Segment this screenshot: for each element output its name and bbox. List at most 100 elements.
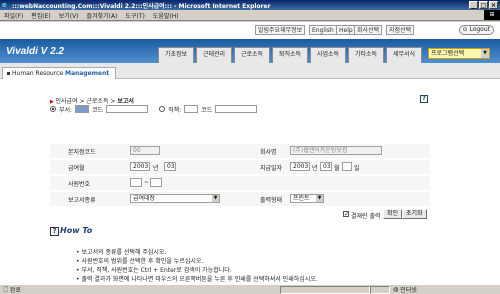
pay-month-field[interactable]: 03 — [164, 162, 176, 171]
program-select[interactable]: 프로그램선택 ▼ — [428, 48, 490, 59]
status-cell — [370, 285, 390, 294]
employee-no-from-field[interactable] — [130, 178, 142, 187]
tab-tax-forms[interactable]: 세무서식 — [386, 47, 422, 63]
app-banner: Vivaldi V 2.2 기초정보 근태관리 근로소득 퇴직소득 사업소득 기… — [0, 39, 500, 63]
page-content: 알림주요재무정보 English Help 회사선택 지점선택 ⊙ Logout… — [0, 22, 500, 284]
howto-title-text: How To — [60, 226, 93, 235]
rank-radio[interactable] — [159, 106, 166, 112]
branch-code-label: 본지점코드 — [68, 149, 96, 156]
dept-input[interactable] — [75, 105, 90, 113]
pay-date-month-field[interactable]: 03 — [320, 162, 332, 171]
employee-no-label: 사원번호 — [68, 181, 91, 188]
tab-basic-info[interactable]: 기초정보 — [158, 47, 194, 63]
windows-logo-icon: ⊞ — [484, 10, 500, 20]
tab-attendance[interactable]: 근태관리 — [196, 47, 232, 63]
chevron-down-icon: ▼ — [316, 195, 323, 202]
howto-item: 사원번호의 범위를 선택한 후 확인을 누르십시오. — [76, 257, 318, 266]
rank-code-input[interactable] — [215, 105, 258, 113]
filter-row: 부서: 코드 직책: 코드 — [50, 104, 258, 114]
reset-button[interactable]: 초기화 — [402, 209, 427, 219]
window-title-bar: e :::webNaccounting.Com:::Vivaldi 2.2:::… — [0, 0, 500, 10]
pay-date-year-field[interactable]: 2003 — [290, 162, 310, 171]
pay-date-year-unit: 년 — [312, 165, 318, 172]
employee-no-sep: ~ — [144, 179, 150, 186]
top-link-english[interactable]: English — [309, 25, 337, 35]
top-link-help[interactable]: Help — [336, 25, 356, 35]
approval-print-checkbox[interactable]: ✓ — [343, 211, 349, 218]
module-bar: Human Resource Management — [0, 63, 500, 79]
menu-bar: 파일(F) 편집(E) 보기(V) 즐겨찾기(A) 도구(T) 도움말(H) ⊞ — [0, 10, 500, 21]
rank-code-label: 코드 — [201, 106, 213, 114]
bullet-icon — [7, 72, 10, 75]
howto-item: 부서, 직책, 사원번호는 Ctrl + Enter로 검색이 가능합니다. — [76, 266, 318, 275]
approval-print-label: 결재란 출력 — [351, 213, 381, 220]
output-type-value: 프린트 — [293, 195, 310, 202]
module-label: Human Resource — [12, 70, 65, 77]
tab-retirement-income[interactable]: 퇴직소득 — [272, 47, 308, 63]
top-link-branch-select[interactable]: 지점선택 — [386, 25, 415, 35]
output-type-select[interactable]: 프린트 ▼ — [290, 194, 324, 203]
output-type-label: 출력형태 — [260, 197, 283, 204]
logout-label: Logout — [469, 26, 490, 33]
menu-favorites[interactable]: 즐겨찾기(A) — [83, 11, 122, 20]
report-type-value: 급여대장 — [133, 195, 156, 202]
pay-date-label: 지급일자 — [260, 165, 283, 172]
dept-code-input[interactable] — [106, 105, 149, 113]
window-title: :::webNaccounting.Com:::Vivaldi 2.2:::인사… — [12, 2, 271, 10]
maximize-button[interactable]: □ — [479, 1, 488, 9]
question-icon: ? — [50, 227, 59, 236]
pay-year-field[interactable]: 2003 — [130, 162, 150, 171]
branch-code-field[interactable]: 00 — [130, 146, 160, 155]
dept-label: 부서: — [59, 106, 73, 114]
tab-earned-income[interactable]: 근로소득 — [234, 47, 270, 63]
company-name-field[interactable]: (주)웹앤어카운팅닷컴 — [290, 146, 382, 155]
pay-date-day-unit: 일 — [354, 165, 360, 172]
dept-code-label: 코드 — [92, 106, 104, 114]
main-tabs: 기초정보 근태관리 근로소득 퇴직소득 사업소득 기타소득 세무서식 — [158, 47, 422, 63]
logout-button[interactable]: ⊙ Logout — [458, 25, 494, 35]
menu-file[interactable]: 파일(F) — [0, 11, 27, 20]
dept-radio[interactable] — [50, 106, 56, 112]
employee-no-to-field[interactable] — [150, 178, 162, 187]
howto-item: 보고서의 종류를 선택해 주십시오. — [76, 248, 318, 257]
security-zone: ◍ 인터넷 — [390, 285, 420, 294]
app-logo: Vivaldi V 2.2 — [6, 46, 64, 57]
rank-input[interactable] — [184, 105, 199, 113]
menu-view[interactable]: 보기(V) — [55, 11, 83, 20]
app-top-links: 알림주요재무정보 English Help 회사선택 지점선택 ⊙ Logout — [0, 22, 500, 39]
pay-year-unit: 년 — [153, 165, 159, 172]
status-bar: 🗋 완료 ◍ 인터넷 — [0, 284, 500, 294]
internet-globe-icon: ◍ — [393, 286, 399, 293]
status-done-text: 완료 — [9, 287, 21, 294]
minimize-button[interactable]: _ — [469, 1, 478, 9]
menu-help[interactable]: 도움말(H) — [149, 11, 183, 20]
tab-other-income[interactable]: 기타소득 — [348, 47, 384, 63]
ie-icon: e — [2, 1, 7, 9]
status-done: 🗋 완료 — [0, 285, 280, 294]
pay-date-month-unit: 월 — [334, 165, 340, 172]
rank-label: 직책: — [168, 106, 182, 114]
close-button[interactable]: × — [489, 1, 498, 9]
top-link-finance-info[interactable]: 알림주요재무정보 — [255, 25, 306, 35]
pay-month-label: 급여월 — [68, 165, 85, 172]
howto-list: 보고서의 종류를 선택해 주십시오. 사원번호의 범위를 선택한 후 확인을 누… — [76, 248, 318, 284]
howto-item: 출력 결과가 화면에 나타나면 마우스의 오른쪽버튼을 누른 후 인쇄를 선택하… — [76, 275, 317, 284]
page-done-icon: 🗋 — [3, 285, 8, 293]
pay-date-day-field[interactable] — [342, 162, 352, 171]
confirm-button[interactable]: 확인 — [383, 209, 403, 219]
module-tab: Human Resource Management — [2, 67, 116, 79]
menu-edit[interactable]: 편집(E) — [27, 11, 55, 20]
chevron-down-icon: ▼ — [212, 195, 219, 202]
zone-label: 인터넷 — [400, 287, 417, 294]
company-name-label: 회사명 — [260, 149, 277, 156]
report-type-label: 보고서종류 — [68, 197, 96, 204]
help-icon[interactable]: ? — [420, 95, 428, 103]
chevron-down-icon: ▼ — [481, 49, 489, 58]
top-link-company-select[interactable]: 회사선택 — [354, 25, 383, 35]
status-cell — [280, 285, 370, 294]
tab-business-income[interactable]: 사업소득 — [310, 47, 346, 63]
menu-tools[interactable]: 도구(T) — [121, 11, 148, 20]
program-select-value: 프로그램선택 — [431, 50, 465, 57]
howto-title: ? How To — [50, 226, 92, 236]
report-type-select[interactable]: 급여대장 ▼ — [130, 194, 220, 203]
